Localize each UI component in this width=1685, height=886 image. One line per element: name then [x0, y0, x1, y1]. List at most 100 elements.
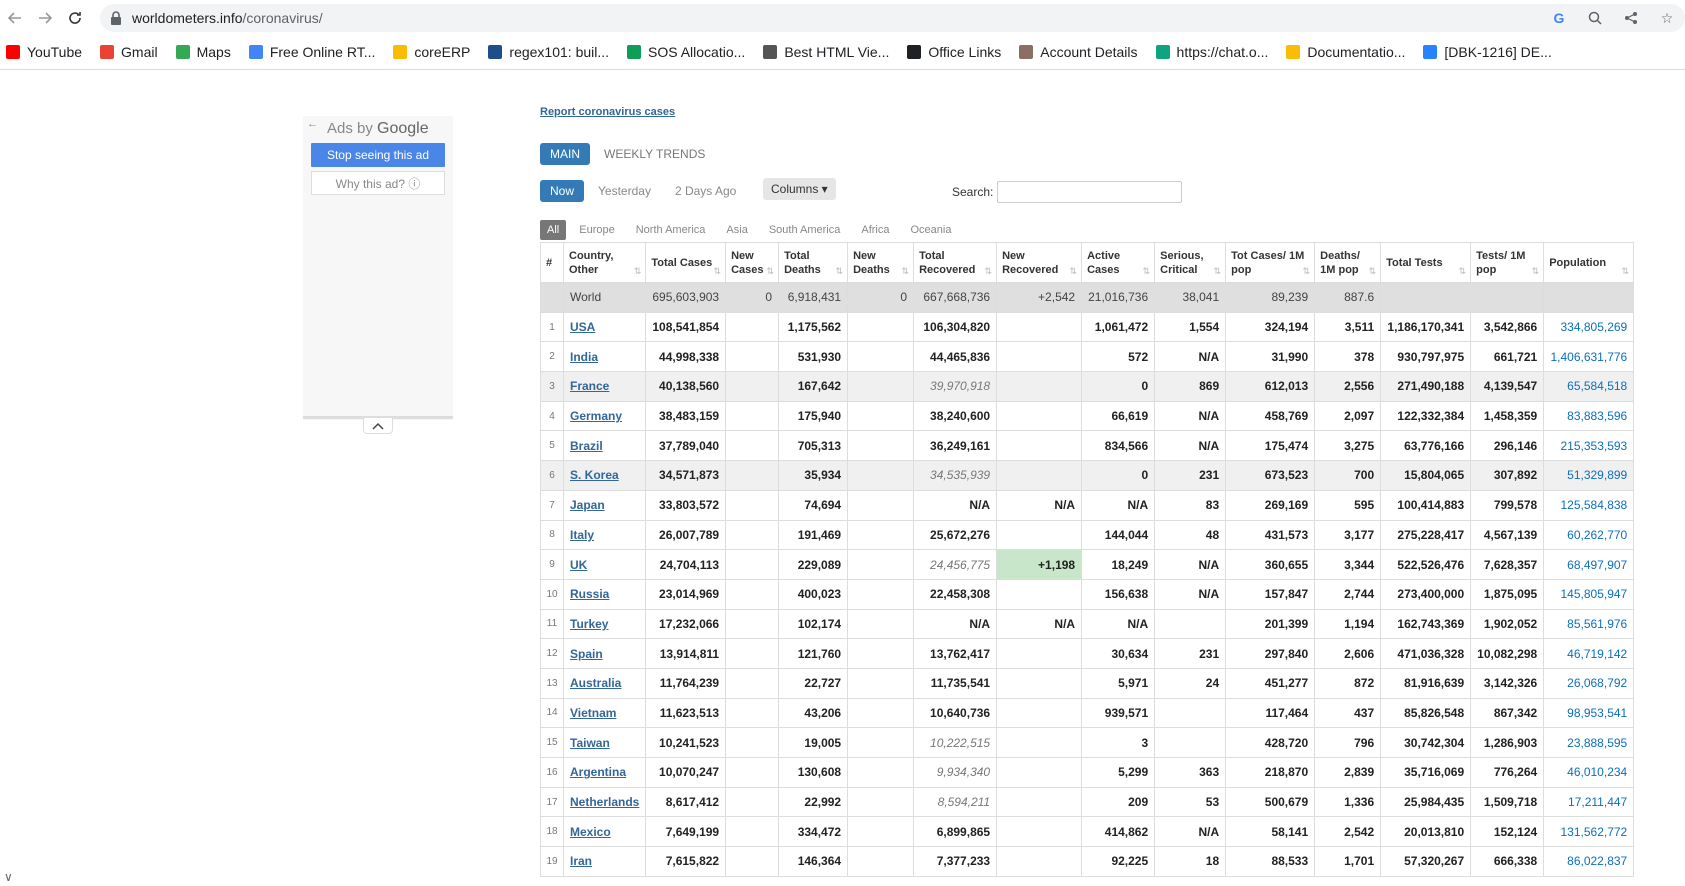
- region-tab-africa[interactable]: Africa: [853, 220, 897, 240]
- zoom-icon[interactable]: [1585, 8, 1605, 28]
- address-bar[interactable]: worldometers.info/coronavirus/ G ☆: [100, 4, 1685, 32]
- country-link[interactable]: India: [570, 350, 598, 364]
- tab-now[interactable]: Now: [540, 180, 585, 202]
- ad-back-icon[interactable]: ←: [307, 118, 318, 130]
- bookmark-item[interactable]: Account Details: [1019, 44, 1138, 60]
- column-header[interactable]: Country, Other ⇅: [562, 242, 647, 283]
- stop-seeing-ad-button[interactable]: Stop seeing this ad: [311, 143, 445, 167]
- sort-icon[interactable]: ⇅: [902, 264, 910, 278]
- country-link[interactable]: Vietnam: [570, 706, 616, 720]
- chevron-down-icon[interactable]: ∨: [4, 870, 13, 884]
- columns-dropdown[interactable]: Columns ▾: [763, 178, 836, 200]
- column-header[interactable]: New Recovered ⇅: [996, 242, 1083, 283]
- country-link[interactable]: Australia: [570, 676, 621, 690]
- column-header[interactable]: Total Tests ⇅: [1380, 242, 1472, 283]
- country-link[interactable]: Italy: [570, 528, 594, 542]
- bookmark-item[interactable]: Maps: [175, 44, 231, 60]
- table-cell: 1,194: [1314, 608, 1382, 640]
- sort-icon[interactable]: ⇅: [1143, 264, 1151, 278]
- bookmark-item[interactable]: Gmail: [100, 44, 158, 60]
- column-header[interactable]: Active Cases ⇅: [1081, 242, 1156, 283]
- tab-weekly-trends[interactable]: WEEKLY TRENDS: [594, 143, 715, 165]
- country-link[interactable]: Argentina: [570, 765, 626, 779]
- tab-yesterday[interactable]: Yesterday: [588, 180, 661, 202]
- country-link[interactable]: Turkey: [570, 617, 608, 631]
- sort-icon[interactable]: ⇅: [767, 264, 775, 278]
- column-header[interactable]: Serious, Critical ⇅: [1154, 242, 1227, 283]
- country-link[interactable]: Japan: [570, 498, 605, 512]
- back-icon[interactable]: [4, 7, 26, 29]
- bookmark-item[interactable]: Best HTML Vie...: [763, 44, 889, 60]
- bookmark-item[interactable]: Free Online RT...: [248, 44, 375, 60]
- bookmark-item[interactable]: Documentatio...: [1286, 44, 1405, 60]
- column-header[interactable]: Total Deaths ⇅: [778, 242, 849, 283]
- sort-icon[interactable]: ⇅: [1369, 264, 1377, 278]
- region-tab-all[interactable]: All: [540, 220, 567, 240]
- why-this-ad-button[interactable]: Why this ad? ⓘ: [311, 171, 445, 195]
- country-link[interactable]: Mexico: [570, 825, 611, 839]
- country-link[interactable]: Brazil: [570, 439, 603, 453]
- region-tab-europe[interactable]: Europe: [571, 220, 622, 240]
- country-link[interactable]: UK: [570, 558, 587, 572]
- column-header[interactable]: Tot Cases/ 1M pop ⇅: [1225, 242, 1316, 283]
- country-link[interactable]: Spain: [570, 647, 603, 661]
- sort-icon[interactable]: ⇅: [1303, 264, 1311, 278]
- column-header[interactable]: Total Recovered ⇅: [913, 242, 998, 283]
- reload-icon[interactable]: [64, 7, 86, 29]
- bookmark-item[interactable]: [DBK-1216] DE...: [1423, 44, 1552, 60]
- column-header[interactable]: New Cases ⇅: [725, 242, 780, 283]
- bookmark-item[interactable]: https://chat.o...: [1155, 44, 1268, 60]
- bookmark-item[interactable]: coreERP: [393, 44, 470, 60]
- column-header[interactable]: #: [540, 242, 564, 283]
- country-link[interactable]: Netherlands: [570, 795, 639, 809]
- table-cell: 34,571,873: [645, 460, 727, 491]
- table-cell: 11,735,541: [913, 667, 998, 699]
- column-header[interactable]: Tests/ 1M pop ⇅: [1470, 242, 1545, 283]
- sort-icon[interactable]: ⇅: [714, 264, 722, 278]
- region-tab-asia[interactable]: Asia: [718, 220, 755, 240]
- country-link[interactable]: USA: [570, 320, 595, 334]
- bookmark-item[interactable]: YouTube: [6, 44, 82, 60]
- country-link[interactable]: Germany: [570, 409, 622, 423]
- forward-icon[interactable]: [34, 7, 56, 29]
- search-input[interactable]: [997, 181, 1182, 203]
- country-link[interactable]: France: [570, 379, 609, 393]
- table-cell: 35,934: [778, 460, 849, 491]
- region-tab-oceania[interactable]: Oceania: [903, 220, 960, 240]
- table-cell: 83,883,596: [1543, 400, 1635, 432]
- tab-main[interactable]: MAIN: [540, 143, 590, 165]
- bookmark-item[interactable]: regex101: buil...: [488, 44, 609, 60]
- tab-2-days-ago[interactable]: 2 Days Ago: [665, 180, 746, 202]
- sort-icon[interactable]: ⇅: [1622, 264, 1630, 278]
- share-icon[interactable]: [1621, 8, 1641, 28]
- bookmark-item[interactable]: Office Links: [907, 44, 1001, 60]
- table-cell: 231: [1154, 638, 1227, 669]
- report-cases-link[interactable]: Report coronavirus cases: [540, 106, 675, 118]
- sort-icon[interactable]: ⇅: [1214, 264, 1222, 278]
- sort-icon[interactable]: ⇅: [836, 264, 844, 278]
- ad-collapse-chevron-up-icon[interactable]: [363, 418, 393, 434]
- sort-icon[interactable]: ⇅: [1459, 264, 1467, 278]
- country-link[interactable]: Iran: [570, 854, 592, 868]
- sort-icon[interactable]: ⇅: [985, 264, 993, 278]
- table-cell: Turkey: [562, 608, 647, 640]
- column-header[interactable]: New Deaths ⇅: [847, 242, 915, 283]
- region-tab-south-america[interactable]: South America: [761, 220, 849, 240]
- star-icon[interactable]: ☆: [1657, 8, 1677, 28]
- bookmark-item[interactable]: SOS Allocatio...: [627, 44, 745, 60]
- table-cell: [847, 371, 915, 402]
- sort-icon[interactable]: ⇅: [1070, 264, 1078, 278]
- table-cell: 776,264: [1470, 757, 1545, 788]
- sort-icon[interactable]: ⇅: [1532, 264, 1540, 278]
- sort-icon[interactable]: ⇅: [634, 264, 642, 278]
- table-cell: [725, 608, 780, 640]
- region-tab-north-america[interactable]: North America: [628, 220, 714, 240]
- google-icon[interactable]: G: [1549, 8, 1569, 28]
- country-link[interactable]: Taiwan: [570, 736, 610, 750]
- table-row: 4 Germany 38,483,159 175,940 38,240,600 66,61…: [540, 400, 1635, 432]
- country-link[interactable]: Russia: [570, 587, 609, 601]
- column-header[interactable]: Population ⇅: [1543, 242, 1635, 283]
- column-header[interactable]: Total Cases ⇅: [645, 242, 727, 283]
- column-header[interactable]: Deaths/ 1M pop ⇅: [1314, 242, 1382, 283]
- country-link[interactable]: S. Korea: [570, 468, 619, 482]
